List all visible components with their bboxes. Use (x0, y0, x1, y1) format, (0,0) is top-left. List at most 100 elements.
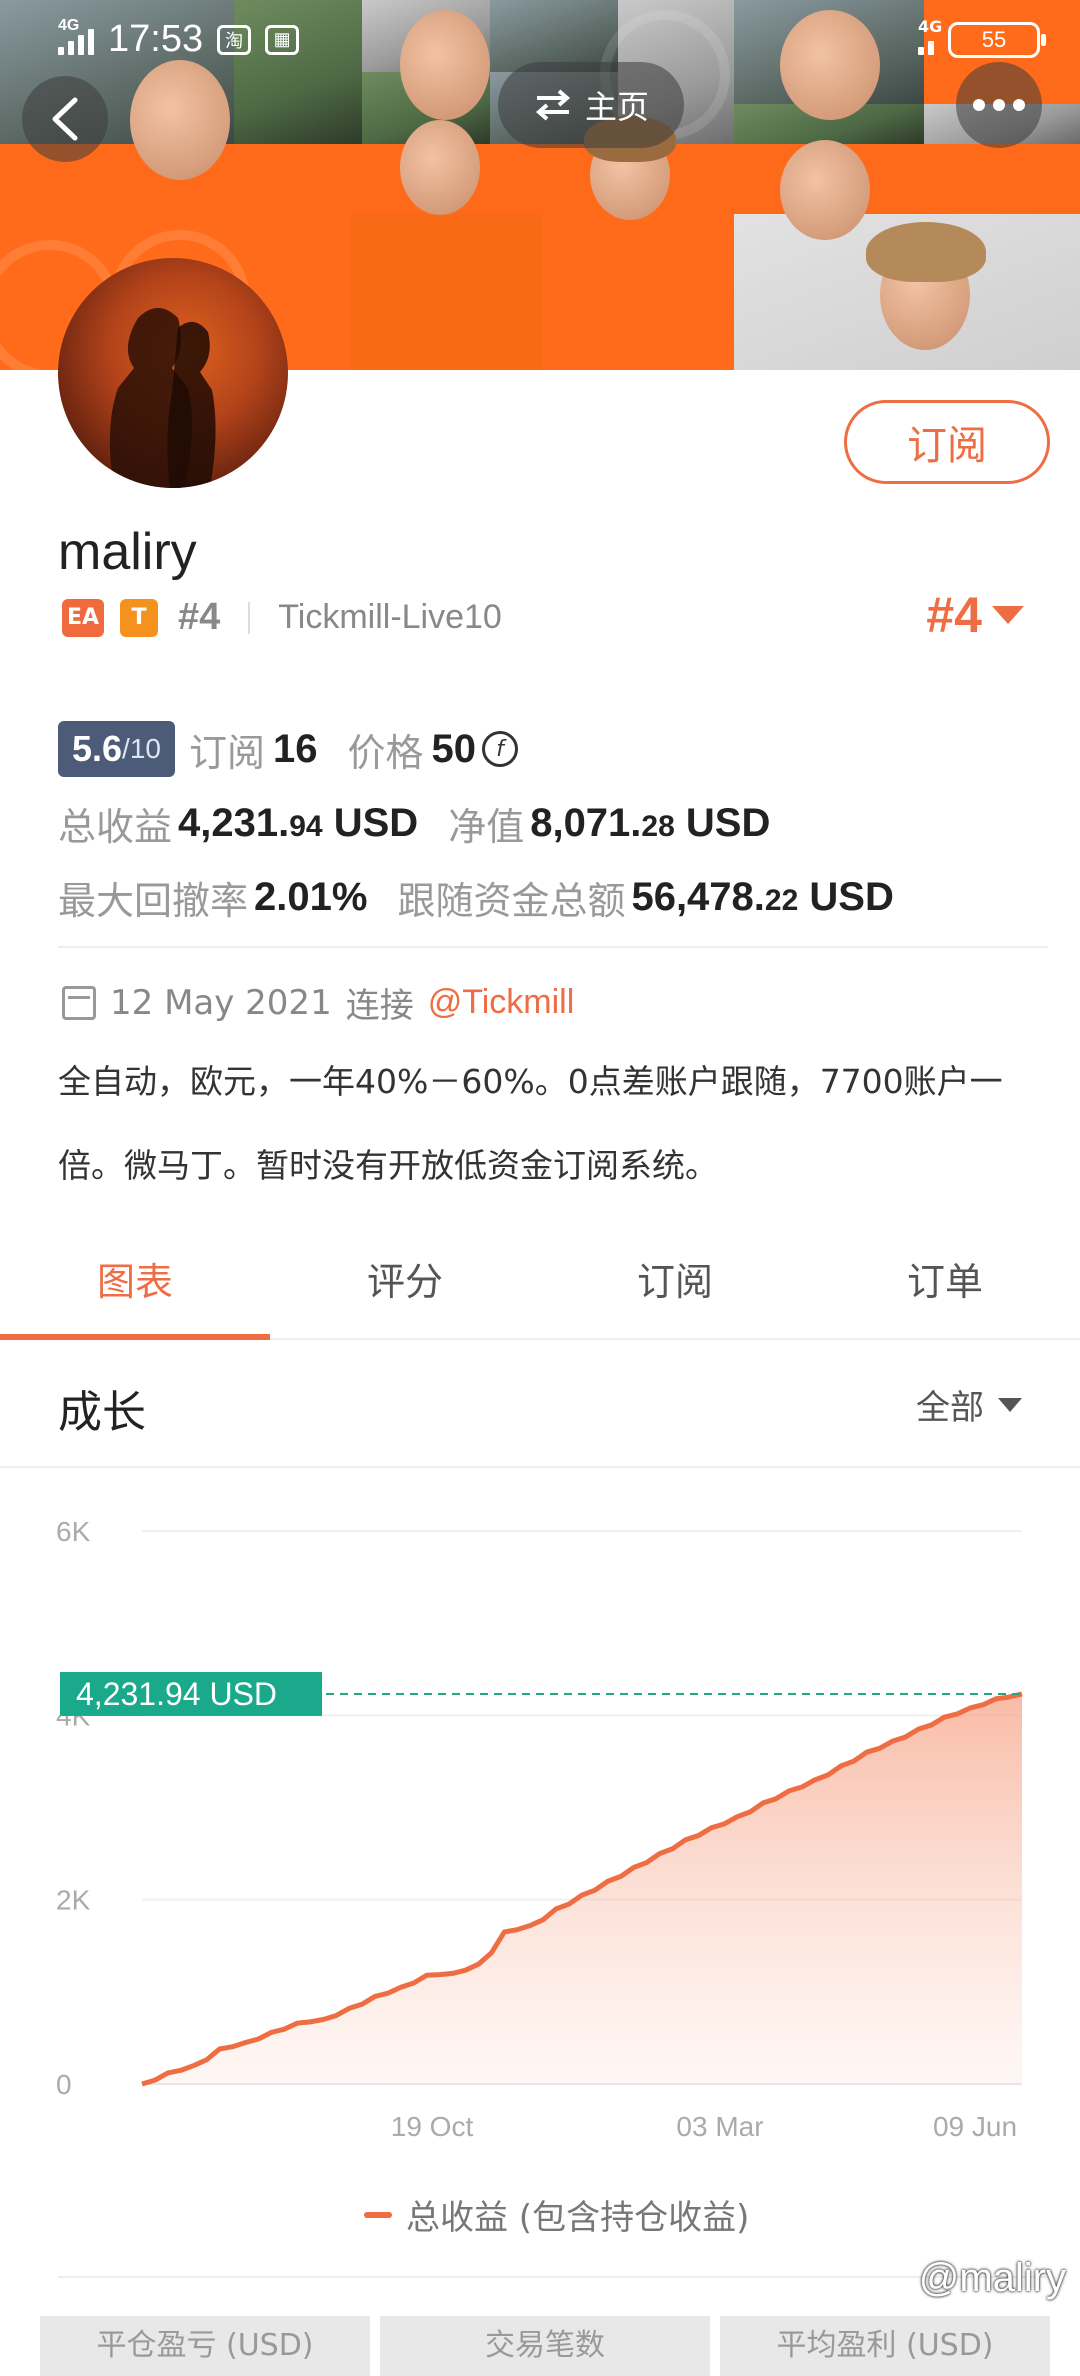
growth-area (142, 1693, 1022, 2084)
y-tick-label: 2K (56, 1885, 91, 1916)
follow-int: 56,478. (631, 874, 765, 919)
broker-account: Tickmill-Live10 (278, 598, 502, 636)
subtab-trade-count[interactable]: 交易笔数 (380, 2316, 710, 2376)
equity-value: 8,071.28 USD (530, 801, 770, 846)
subscribe-count: 16 (273, 726, 318, 771)
score-badge: 5.6/10 (58, 721, 175, 777)
hair (866, 222, 986, 282)
broker-link[interactable]: @Tickmill (428, 983, 575, 1022)
subscribe-button[interactable]: 订阅 (844, 400, 1050, 484)
rank-small: #4 (178, 596, 221, 638)
stats-panel: 5.6/10 订阅 16 价格 50 f 总收益 4,231.94 USD 净值… (58, 712, 1048, 934)
ea-badge: EA (62, 598, 104, 637)
divider (58, 946, 1048, 948)
y-tick-label: 6K (56, 1516, 91, 1547)
connect-label: 连接 (345, 986, 414, 1026)
caret-down-icon (992, 606, 1024, 624)
total-profit-value: 4,231.94 USD (178, 801, 418, 846)
subscribe-count-label: 订阅 (188, 730, 265, 775)
equity-dec: 28 (641, 809, 675, 843)
connect-date: 12 May 2021 (110, 982, 332, 1023)
calendar-icon (62, 985, 96, 1020)
score-max: /10 (122, 733, 161, 764)
price-value: 50 (432, 727, 477, 772)
drawdown-value: 2.01% (254, 874, 368, 919)
stats-row-1: 5.6/10 订阅 16 价格 50 f (58, 712, 1048, 786)
stats-row-2: 总收益 4,231.94 USD 净值 8,071.28 USD (58, 786, 1048, 860)
t-badge: T (120, 598, 158, 637)
strategy-description: 全自动，欧元，一年40%－60%。0点差账户跟随，7700账户一倍。微马丁。暂时… (58, 1062, 1003, 1185)
collage-orange-tile (542, 214, 734, 370)
current-value-text: 4,231.94 USD (76, 1676, 277, 1712)
tab-chart[interactable]: 图表 (0, 1232, 270, 1340)
price-number: 50 (431, 726, 477, 771)
collage-orange-tile (350, 214, 542, 370)
range-filter-label: 全部 (916, 1388, 984, 1428)
follow-unit: USD (809, 874, 894, 919)
home-label: 主页 (584, 88, 649, 126)
legend-swatch (364, 2211, 392, 2218)
network-type: 4G (58, 16, 80, 34)
equity-int: 8,071. (530, 800, 642, 845)
y-tick-label: 0 (56, 2069, 72, 2100)
more-icon (973, 99, 1025, 111)
face (780, 140, 870, 240)
equity-unit: USD (685, 800, 771, 845)
swap-icon (535, 89, 571, 121)
caret-down-icon (998, 1397, 1022, 1412)
chevron-left-icon (52, 97, 78, 141)
price-label: 价格 (347, 730, 424, 775)
trader-tags: EA T #4 Tickmill-Live10 (62, 596, 502, 639)
total-profit-dec: 94 (289, 809, 323, 843)
avatar (58, 258, 288, 488)
face (400, 120, 480, 215)
subtab-closed-pnl[interactable]: 平仓盈亏 (USD) (40, 2316, 370, 2376)
status-right: 4G 55 (918, 17, 1046, 58)
network-type: 4G (918, 17, 943, 36)
separator (248, 601, 251, 634)
tab-rating[interactable]: 评分 (270, 1232, 540, 1338)
subtab-avg-profit[interactable]: 平均盈利 (USD) (720, 2316, 1050, 2376)
rank-value: #4 (926, 587, 982, 643)
signal-icon: 4G (58, 17, 94, 55)
growth-chart: 6K4K2K0 19 Oct03 Mar09 Jun 4,231.94 USD (0, 1466, 1080, 2226)
couple-silhouette-icon (109, 308, 216, 488)
follow-funds-label: 跟随资金总额 (397, 878, 626, 923)
tab-subscribe[interactable]: 订阅 (540, 1232, 810, 1338)
divider (58, 2276, 1048, 2278)
legend-label: 总收益 (包含持仓收益) (406, 2198, 750, 2238)
score-value: 5.6 (72, 728, 123, 769)
chart-legend: 总收益 (包含持仓收益) (364, 2190, 749, 2239)
rank-dropdown[interactable]: #4 (926, 586, 1024, 644)
clock: 17:53 (108, 18, 204, 60)
total-profit-int: 4,231. (178, 800, 290, 845)
app-notification-icon: ▦ (265, 24, 300, 55)
status-left: 4G 17:53 淘 ▦ (58, 17, 300, 61)
stats-row-3: 最大回撤率 2.01% 跟随资金总额 56,478.22 USD (58, 860, 1048, 934)
home-button[interactable]: 主页 (498, 62, 684, 148)
growth-section-header: 成长 全部 (0, 1338, 1080, 1468)
watermark: @maliry (918, 2256, 1066, 2300)
total-profit-unit: USD (333, 800, 419, 845)
follow-dec: 22 (764, 883, 799, 917)
total-profit-label: 总收益 (58, 804, 173, 849)
back-button[interactable] (22, 76, 108, 162)
connect-info: 12 May 2021 连接 @Tickmill (62, 978, 574, 1027)
stats-subtabs: 平仓盈亏 (USD) 交易笔数 平均盈利 (USD) (40, 2316, 1050, 2376)
more-button[interactable] (956, 62, 1042, 148)
growth-chart-svg: 6K4K2K0 19 Oct03 Mar09 Jun 4,231.94 USD (56, 1516, 1023, 2142)
trader-name: maliry (58, 523, 197, 581)
range-filter-dropdown[interactable]: 全部 (916, 1380, 1022, 1429)
x-tick-label: 09 Jun (933, 2111, 1017, 2142)
battery-icon: 55 (948, 22, 1046, 58)
signal-icon: 4G (918, 17, 942, 55)
x-tick-label: 03 Mar (676, 2111, 763, 2142)
x-tick-label: 19 Oct (391, 2111, 474, 2142)
section-title: 成长 (58, 1387, 146, 1438)
tab-orders[interactable]: 订单 (810, 1232, 1080, 1338)
taobao-icon: 淘 (217, 24, 252, 55)
follow-funds-value: 56,478.22 USD (631, 875, 893, 920)
tab-bar: 图表 评分 订阅 订单 (0, 1232, 1080, 1340)
drawdown-label: 最大回撤率 (58, 878, 249, 923)
coin-icon: f (482, 731, 519, 767)
